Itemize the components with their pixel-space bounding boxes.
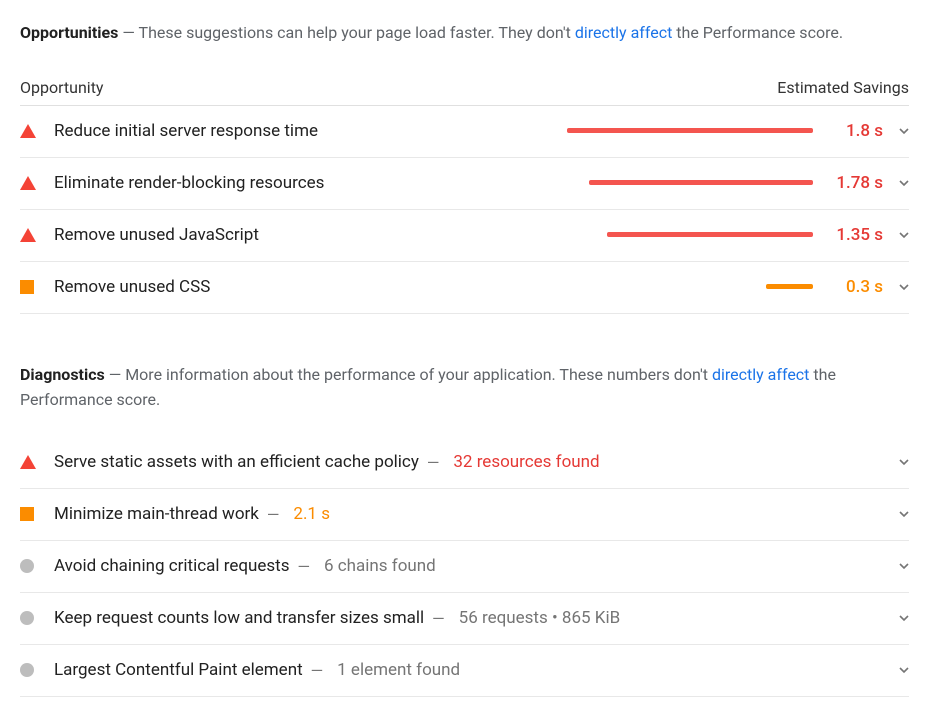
triangle-red-icon [20, 124, 36, 138]
diagnostic-label: Avoid chaining critical requests [54, 556, 290, 576]
expand-cell[interactable] [883, 509, 909, 519]
savings-value: 0.3 s [825, 277, 883, 297]
opportunities-desc-suffix: the Performance score. [672, 23, 843, 42]
dash-separator: — [427, 453, 440, 472]
triangle-red-icon [20, 455, 36, 469]
severity-icon [20, 124, 54, 138]
opportunity-row[interactable]: Reduce initial server response time 1.8 s [20, 106, 909, 158]
diagnostic-label: Keep request counts low and transfer siz… [54, 608, 424, 628]
chevron-down-icon [899, 509, 909, 519]
savings-value: 1.35 s [825, 225, 883, 245]
diagnostics-rows: Serve static assets with an efficient ca… [20, 437, 909, 697]
diagnostic-label: Serve static assets with an efficient ca… [54, 452, 419, 472]
diagnostic-row[interactable]: Avoid chaining critical requests — 6 chain… [20, 541, 909, 593]
diagnostics-desc-link[interactable]: directly affect [712, 365, 809, 384]
diagnostics-desc-prefix: — More information about the performance… [109, 365, 712, 384]
savings-value: 1.8 s [825, 121, 883, 141]
severity-icon [20, 663, 54, 677]
triangle-red-icon [20, 176, 36, 190]
savings-bar [589, 180, 813, 185]
severity-icon [20, 228, 54, 242]
chevron-down-icon [899, 178, 909, 188]
savings-bar-track [222, 284, 813, 290]
chevron-down-icon [899, 126, 909, 136]
opportunity-label: Reduce initial server response time [54, 121, 318, 141]
savings-bar-track [330, 128, 813, 134]
chevron-down-icon [899, 561, 909, 571]
opportunities-title: Opportunities [20, 23, 118, 42]
severity-icon [20, 507, 54, 521]
severity-icon [20, 455, 54, 469]
diagnostic-row[interactable]: Keep request counts low and transfer siz… [20, 593, 909, 645]
dash-separator: — [298, 557, 311, 576]
square-orange-icon [20, 507, 34, 521]
expand-cell[interactable] [883, 613, 909, 623]
diagnostic-detail: 2.1 s [293, 504, 330, 524]
diagnostic-row[interactable]: Largest Contentful Paint element — 1 eleme… [20, 645, 909, 697]
opportunity-row[interactable]: Remove unused CSS 0.3 s [20, 262, 909, 314]
severity-icon [20, 611, 54, 625]
savings-bar [766, 284, 813, 289]
severity-icon [20, 280, 54, 294]
diagnostics-title: Diagnostics [20, 365, 105, 384]
expand-cell[interactable] [883, 457, 909, 467]
expand-cell[interactable] [883, 178, 909, 188]
diagnostic-label: Largest Contentful Paint element [54, 660, 303, 680]
savings-bar-track [271, 232, 813, 238]
diagnostic-detail: 32 resources found [453, 452, 599, 472]
col-opportunity: Opportunity [20, 78, 104, 97]
diagnostic-row[interactable]: Minimize main-thread work — 2.1 s [20, 489, 909, 541]
expand-cell[interactable] [883, 282, 909, 292]
opportunity-row[interactable]: Eliminate render-blocking resources 1.78 … [20, 158, 909, 210]
opportunities-header: Opportunities — These suggestions can he… [20, 20, 909, 46]
opportunity-label: Eliminate render-blocking resources [54, 173, 324, 193]
col-savings: Estimated Savings [777, 78, 909, 97]
savings-value: 1.78 s [825, 173, 883, 193]
opportunities-rows: Reduce initial server response time 1.8 s… [20, 106, 909, 314]
diagnostic-detail: 1 element found [337, 660, 460, 680]
opportunities-desc-prefix: — These suggestions can help your page l… [122, 23, 574, 42]
opportunity-label: Remove unused JavaScript [54, 225, 259, 245]
chevron-down-icon [899, 230, 909, 240]
severity-icon [20, 176, 54, 190]
expand-cell[interactable] [883, 561, 909, 571]
circle-gray-icon [20, 611, 34, 625]
dash-separator: — [432, 609, 445, 628]
opportunity-row[interactable]: Remove unused JavaScript 1.35 s [20, 210, 909, 262]
expand-cell[interactable] [883, 665, 909, 675]
expand-cell[interactable] [883, 230, 909, 240]
triangle-red-icon [20, 228, 36, 242]
savings-bar [567, 128, 813, 133]
diagnostic-detail: 6 chains found [324, 556, 436, 576]
chevron-down-icon [899, 457, 909, 467]
severity-icon [20, 559, 54, 573]
dash-separator: — [267, 505, 280, 524]
chevron-down-icon [899, 282, 909, 292]
diagnostic-row[interactable]: Serve static assets with an efficient ca… [20, 437, 909, 489]
opportunities-table-header: Opportunity Estimated Savings [20, 70, 909, 106]
savings-bar [607, 232, 813, 237]
opportunities-desc-link[interactable]: directly affect [575, 23, 672, 42]
savings-bar-track [336, 180, 813, 186]
chevron-down-icon [899, 665, 909, 675]
opportunity-label: Remove unused CSS [54, 277, 210, 297]
expand-cell[interactable] [883, 126, 909, 136]
diagnostic-detail: 56 requests • 865 KiB [459, 608, 621, 628]
circle-gray-icon [20, 559, 34, 573]
chevron-down-icon [899, 613, 909, 623]
square-orange-icon [20, 280, 34, 294]
circle-gray-icon [20, 663, 34, 677]
diagnostic-label: Minimize main-thread work [54, 504, 259, 524]
diagnostics-header: Diagnostics — More information about the… [20, 362, 909, 413]
dash-separator: — [311, 661, 324, 680]
